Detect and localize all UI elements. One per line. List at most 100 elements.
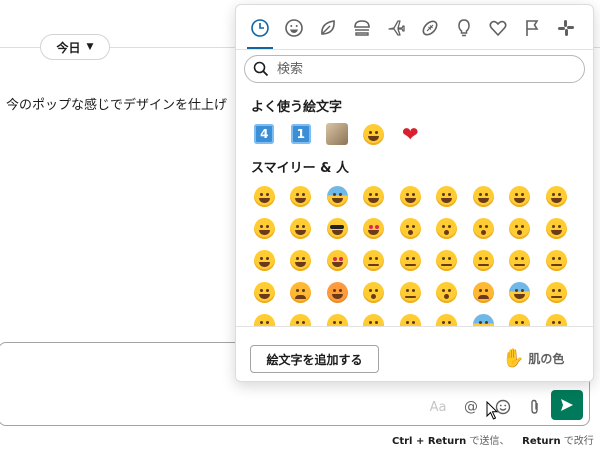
photo-icon [326,123,349,145]
wink-face-icon [545,185,567,207]
emoji-photo[interactable] [319,118,356,150]
hushed-face-icon [436,281,458,303]
tab-nature[interactable] [312,12,344,44]
emoji-blush[interactable] [246,212,283,244]
emoji-no-mouth[interactable] [502,244,539,276]
blush-face-icon [253,217,275,239]
emoji-relaxed[interactable] [538,212,575,244]
emoji-neutral[interactable] [429,244,466,276]
yum-face-icon [290,217,312,239]
emoji-heart-eyes[interactable] [356,212,393,244]
smileys-emoji-grid [246,180,575,340]
emoji-persevere[interactable] [283,276,320,308]
mouse-cursor-icon [486,401,499,420]
emoji-zipper-mouth[interactable] [392,276,429,308]
emoji-yum[interactable] [283,212,320,244]
smile-face-icon [436,185,458,207]
emoji-heart[interactable]: ❤ [392,118,429,150]
emoji-grinning[interactable] [246,180,283,212]
tab-activities[interactable] [414,12,446,44]
open-mouth-face-icon [363,281,385,303]
emoji-smiley[interactable] [392,180,429,212]
mention-button[interactable]: @ [458,394,484,420]
emoji-thinking[interactable] [356,244,393,276]
emoji-sweat-smile[interactable] [465,180,502,212]
emoji-kissing-heart[interactable] [392,212,429,244]
emoji-open-mouth[interactable] [356,276,393,308]
emoji-rolling-eyes[interactable] [538,244,575,276]
emoji-keycap-1[interactable]: 1 [283,118,320,150]
lightbulb-icon [458,19,470,37]
star-struck-face-icon [326,249,348,271]
emoji-disappointed-relieved[interactable] [319,276,356,308]
smiley-face-icon [399,185,421,207]
format-toggle-button[interactable]: Aa [424,394,452,420]
heart-icon [489,20,507,37]
sleeping-face-icon [545,281,567,303]
emoji-slightly-smiling-2[interactable] [246,244,283,276]
send-button[interactable] [551,390,583,420]
emoji-hugging[interactable] [283,244,320,276]
leaf-icon [321,20,335,35]
emoji-rofl[interactable] [356,180,393,212]
emoji-keycap-4[interactable]: 4 [246,118,283,150]
rolling-eyes-face-icon [545,249,567,271]
tab-custom[interactable] [550,12,582,44]
emoji-wink[interactable] [538,180,575,212]
emoji-kissing-closed-eyes[interactable] [502,212,539,244]
emoji-face-with-hand[interactable] [392,244,429,276]
emoji-smile[interactable] [429,180,466,212]
sweat-smile-face-icon [472,185,494,207]
rofl-face-icon [363,185,385,207]
emoji-kissing[interactable] [429,212,466,244]
emoji-sunglasses[interactable] [319,212,356,244]
beaming-face-icon [290,185,312,207]
emoji-sleepy[interactable] [465,276,502,308]
attach-button[interactable] [522,394,548,420]
emoji-expressionless[interactable] [465,244,502,276]
emoji-tired[interactable] [502,276,539,308]
send-hint: Ctrl + Return で送信、 Return で改行 [392,436,594,447]
smirk-face-icon [253,281,275,303]
day-divider-button[interactable]: 今日 ▼ [40,34,110,60]
hugging-face-icon [290,249,312,271]
thinking-face-icon [363,249,385,271]
kissing-closed-eyes-face-icon [509,217,531,239]
tab-objects[interactable] [448,12,480,44]
emoji-grin[interactable] [283,180,320,212]
emoji-kissing-smiling[interactable] [465,212,502,244]
emoji-hushed[interactable] [429,276,466,308]
emoji-search-input[interactable] [275,60,569,78]
flag-icon [526,20,539,36]
kissing-face-icon [436,217,458,239]
neutral-face-icon [436,249,458,271]
emoji-slightly-smiling[interactable] [356,118,393,150]
emoji-star-struck[interactable] [319,244,356,276]
emoji-joy[interactable] [319,180,356,212]
tab-flags[interactable] [516,12,548,44]
clock-icon [251,19,269,37]
tab-food[interactable] [346,12,378,44]
sunglasses-face-icon [326,217,348,239]
tab-smileys[interactable] [278,12,310,44]
raised-hand-icon: ✋ [502,348,525,369]
emoji-smirk[interactable] [246,276,283,308]
frequent-section-title: よく使う絵文字 [251,100,343,115]
add-emoji-button[interactable]: 絵文字を追加する [250,345,379,373]
smile-icon [285,19,303,37]
skin-tone-label: 肌の色 [528,352,565,366]
tab-recent[interactable] [244,12,276,49]
smiling-face-icon [363,123,385,145]
emoji-sleeping[interactable] [538,276,575,308]
persevering-face-icon [290,281,312,303]
send-icon [561,399,573,411]
grinning-face-icon [253,185,275,207]
emoji-laughing[interactable] [502,180,539,212]
slack-icon [558,20,574,36]
tab-symbols[interactable] [482,12,514,44]
tab-travel[interactable] [380,12,412,44]
no-mouth-face-icon [509,249,531,271]
emoji-search-field[interactable] [244,55,585,83]
skin-tone-button[interactable]: ✋ 肌の色 [502,348,564,369]
disappointed-relieved-face-icon [326,281,348,303]
